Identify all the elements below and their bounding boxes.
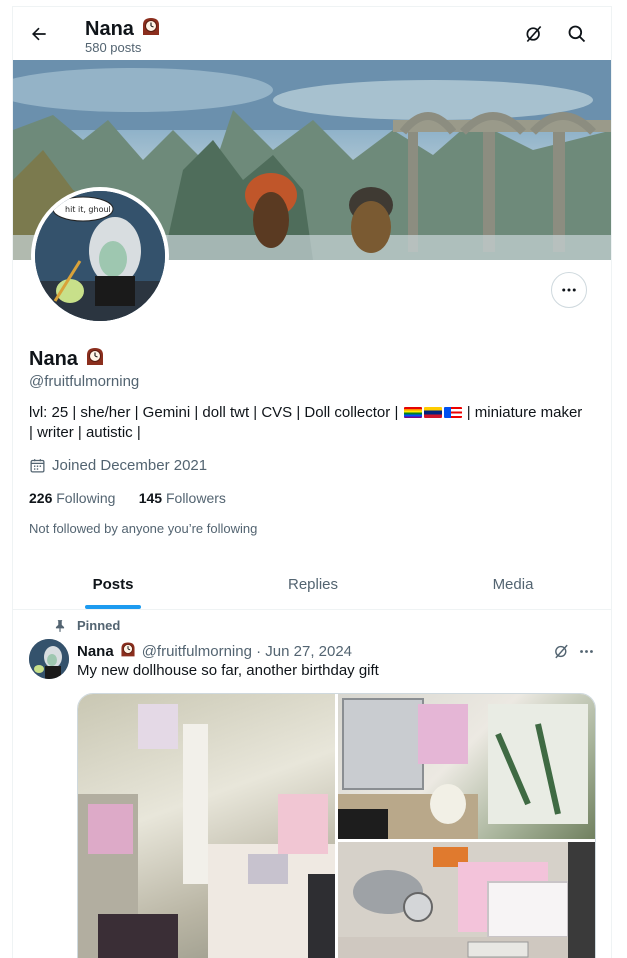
arrow-left-icon: [32, 27, 46, 41]
following-count: 226: [29, 490, 53, 506]
post-photo-1[interactable]: [78, 694, 335, 958]
profile-name: Nana: [29, 345, 106, 373]
followers-label: Followers: [165, 490, 226, 506]
post-grok-button[interactable]: [550, 640, 572, 662]
post-avatar[interactable]: [29, 639, 69, 679]
bio-text-b: | miniature maker: [466, 404, 583, 421]
post-more-button[interactable]: [575, 640, 597, 662]
back-button[interactable]: [25, 20, 53, 48]
profile-tabs: Posts Replies Media: [13, 560, 611, 610]
followers-count: 145: [138, 490, 163, 506]
tab-posts[interactable]: Posts: [13, 560, 213, 609]
not-followed-notice: Not followed by anyone you’re following: [29, 521, 258, 536]
tab-media[interactable]: Media: [413, 560, 611, 609]
grok-icon: [526, 25, 542, 43]
joined-date: Joined December 2021: [29, 457, 207, 474]
more-horizontal-icon: [562, 288, 576, 292]
followers-link[interactable]: 145 Followers: [139, 490, 226, 506]
following-link[interactable]: 226 Following: [29, 490, 115, 506]
post-header: Nana @fruitfulmorning · Jun 27, 2024: [77, 640, 352, 662]
profile-page: Nana 580 posts hit it, ghoul Nana @fruit…: [12, 6, 612, 958]
pinned-label: Pinned: [77, 618, 121, 633]
grok-button[interactable]: [521, 21, 547, 47]
pride-flag-icon: [403, 407, 422, 418]
search-button[interactable]: [564, 21, 590, 47]
following-label: Following: [56, 490, 116, 506]
post-author-name[interactable]: Nana: [77, 643, 114, 660]
post-media-grid: [77, 693, 596, 958]
venezuela-flag-icon: [423, 407, 442, 418]
clock-emoji-icon: [140, 15, 162, 43]
avatar-speech-text: hit it, ghoul: [65, 205, 111, 214]
post-text: My new dollhouse so far, another birthda…: [77, 662, 379, 679]
post-avatar-image: [29, 639, 69, 679]
search-icon: [568, 25, 586, 43]
post-photo-3[interactable]: [338, 842, 595, 958]
grok-icon: [554, 644, 568, 658]
post-meta[interactable]: @fruitfulmorning · Jun 27, 2024: [142, 643, 352, 660]
tab-media-label: Media: [492, 576, 534, 593]
pinned-indicator: Pinned: [53, 618, 120, 633]
profile-handle: @fruitfulmorning: [29, 373, 140, 390]
photo-1-image: [78, 704, 335, 958]
more-options-button[interactable]: [551, 272, 587, 308]
header-name: Nana: [85, 17, 134, 40]
header-title: Nana: [85, 15, 162, 43]
avatar-image: hit it, ghoul: [35, 191, 165, 321]
tab-replies-label: Replies: [287, 576, 339, 593]
tab-posts-label: Posts: [92, 576, 134, 593]
calendar-icon: [30, 459, 45, 473]
puerto-rico-flag-icon: [443, 407, 462, 418]
pin-icon: [55, 619, 65, 632]
profile-avatar[interactable]: hit it, ghoul: [31, 187, 169, 325]
clock-emoji-icon: [119, 640, 137, 662]
profile-name-text: Nana: [29, 347, 78, 370]
photo-2-image: [338, 698, 588, 839]
joined-text: Joined December 2021: [52, 457, 208, 474]
photo-3-image: [338, 842, 595, 958]
bio-text-c: | writer | autistic |: [29, 424, 141, 441]
follow-stats: 226 Following 145 Followers: [29, 490, 226, 506]
bio-text-a: lvl: 25 | she/her | Gemini | doll twt | …: [29, 404, 399, 421]
header-posts-count: 580 posts: [85, 40, 142, 55]
profile-bio: lvl: 25 | she/her | Gemini | doll twt | …: [29, 403, 599, 443]
active-tab-indicator: [85, 605, 141, 609]
post-photo-2[interactable]: [338, 694, 595, 839]
top-bar: Nana 580 posts: [13, 7, 611, 60]
tab-replies[interactable]: Replies: [213, 560, 413, 609]
more-horizontal-icon: [579, 649, 593, 653]
clock-emoji-icon: [84, 345, 106, 373]
